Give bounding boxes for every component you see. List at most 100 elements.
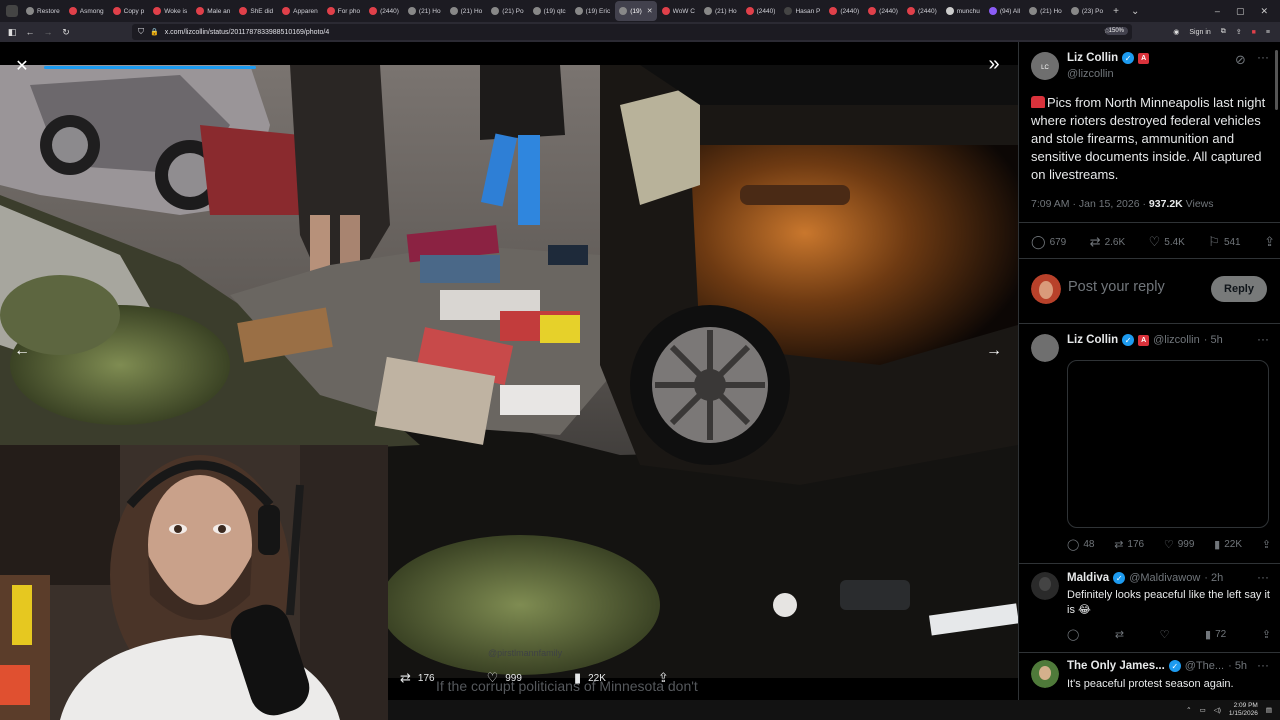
more-options-icon[interactable]: ···: [1257, 658, 1269, 672]
clock[interactable]: 2:09 PM 1/15/2026: [1229, 702, 1258, 718]
browser-tab[interactable]: (2440): [825, 1, 863, 21]
browser-tab[interactable]: Asmong: [65, 1, 108, 21]
shield-icon[interactable]: ⛉: [138, 27, 144, 37]
reload-icon[interactable]: ↻: [57, 27, 75, 38]
media-views-button[interactable]: ▮ 22K: [574, 670, 606, 686]
reply-button[interactable]: ◯ 48: [1067, 538, 1094, 551]
reply-avatar[interactable]: [1031, 572, 1059, 600]
browser-tab[interactable]: (21) Ho: [700, 1, 741, 21]
browser-tab[interactable]: (21) Po: [487, 1, 527, 21]
browser-tab[interactable]: Hasan P: [780, 1, 824, 21]
next-photo-icon[interactable]: →: [980, 337, 1008, 365]
repost-button[interactable]: ⇄ 176: [1114, 538, 1144, 551]
sidebar-toggle-icon[interactable]: [6, 5, 18, 17]
close-tab-icon[interactable]: ✕: [647, 7, 653, 15]
views-button[interactable]: ▮ 22K: [1214, 538, 1242, 551]
reply-avatar[interactable]: [1031, 334, 1059, 362]
media-retweet-button[interactable]: ⇄ 176: [400, 670, 435, 686]
reply-age[interactable]: · 5h: [1228, 660, 1247, 672]
share-button[interactable]: ⇪: [1262, 628, 1271, 641]
reply-author-name[interactable]: Maldiva: [1067, 572, 1109, 584]
reply-author-name[interactable]: The Only James...: [1067, 660, 1165, 672]
new-tab-button[interactable]: +: [1107, 6, 1125, 17]
browser-tab[interactable]: (23) Po: [1067, 1, 1107, 21]
lock-icon[interactable]: 🔒: [150, 28, 159, 36]
maximize-icon[interactable]: ▢: [1236, 6, 1245, 17]
sidebar-icon[interactable]: ◧: [3, 27, 21, 38]
media-like-button[interactable]: ♡ 999: [487, 670, 522, 686]
browser-tab[interactable]: Apparen: [278, 1, 322, 21]
browser-tab[interactable]: Copy p: [109, 1, 149, 21]
post-time[interactable]: 7:09 AM · Jan 15, 2026 ·: [1031, 198, 1149, 210]
close-icon[interactable]: ✕: [8, 52, 36, 80]
forward-icon[interactable]: →: [39, 27, 57, 37]
url-text[interactable]: x.com/lizcollin/status/20117878339885101…: [165, 29, 330, 36]
browser-tab[interactable]: (2440): [742, 1, 780, 21]
views-button[interactable]: ▮ 72: [1205, 628, 1226, 641]
reply-author-handle[interactable]: @lizcollin: [1153, 334, 1200, 346]
tab-list-chevron-icon[interactable]: ⌄: [1125, 6, 1145, 17]
browser-tab[interactable]: Woke is: [149, 1, 191, 21]
notification-icon[interactable]: ■: [1252, 29, 1256, 36]
reply-avatar[interactable]: [1031, 660, 1059, 688]
reply-age[interactable]: · 2h: [1204, 572, 1223, 584]
more-options-icon[interactable]: ···: [1257, 570, 1269, 584]
user-avatar[interactable]: [1031, 274, 1061, 304]
close-window-icon[interactable]: ✕: [1260, 6, 1268, 17]
browser-tab[interactable]: ShE did: [235, 1, 277, 21]
browser-tab[interactable]: WoW C: [658, 1, 699, 21]
reply-media-card[interactable]: [1067, 360, 1269, 528]
affiliate-badge-icon[interactable]: A: [1138, 334, 1150, 346]
back-icon[interactable]: ←: [21, 27, 39, 37]
share-button[interactable]: ⇪: [1262, 538, 1271, 551]
expand-sidebar-icon[interactable]: »: [980, 50, 1008, 78]
browser-tab[interactable]: munchu: [942, 1, 984, 21]
browser-tab[interactable]: (21) Ho: [1025, 1, 1066, 21]
browser-tab[interactable]: (19) qtc: [529, 1, 570, 21]
reply-age[interactable]: · 5h: [1204, 334, 1223, 346]
browser-tab[interactable]: (2440): [365, 1, 403, 21]
notifications-icon[interactable]: ▤: [1266, 706, 1272, 714]
browser-tab[interactable]: (19) Eric: [571, 1, 615, 21]
bookmark-button[interactable]: ⚐ 541: [1208, 234, 1240, 250]
reply-author-name[interactable]: Liz Collin: [1067, 334, 1118, 346]
network-icon[interactable]: ▭: [1200, 706, 1206, 714]
browser-tab[interactable]: For pho: [323, 1, 364, 21]
browser-tab[interactable]: (2440): [864, 1, 902, 21]
repost-button[interactable]: ⇄: [1115, 628, 1124, 641]
reply-input[interactable]: Post your reply: [1068, 279, 1165, 295]
more-options-icon[interactable]: ···: [1257, 50, 1269, 64]
browser-tab[interactable]: Male an: [192, 1, 234, 21]
like-button[interactable]: ♡ 999: [1164, 538, 1195, 551]
browser-tab[interactable]: (21) Ho: [446, 1, 487, 21]
media-share-button[interactable]: ⇪: [658, 670, 669, 686]
browser-tab[interactable]: (19) ✕: [615, 1, 657, 21]
repost-button[interactable]: ⇄ 2.6K: [1090, 234, 1125, 250]
sidebar-scrollbar[interactable]: [1275, 50, 1278, 110]
address-bar[interactable]: ⛉ 🔒 x.com/lizcollin/status/2011787833988…: [132, 24, 1132, 40]
reply-author-handle[interactable]: @Maldivawow: [1129, 572, 1200, 584]
author-avatar[interactable]: LC: [1031, 52, 1059, 80]
browser-tab[interactable]: Restore: [22, 1, 64, 21]
browser-tab[interactable]: (94) All: [985, 1, 1024, 21]
affiliate-badge-icon[interactable]: A: [1138, 52, 1150, 64]
like-button[interactable]: ♡: [1160, 628, 1170, 641]
tray-chevron-icon[interactable]: ⌃: [1186, 706, 1191, 714]
browser-tab[interactable]: (21) Ho: [404, 1, 445, 21]
volume-icon[interactable]: ◁): [1214, 706, 1221, 714]
share-button[interactable]: ⇪: [1264, 234, 1275, 250]
share-icon[interactable]: ⇪: [1236, 28, 1242, 36]
author-handle[interactable]: @lizcollin: [1067, 68, 1114, 80]
reply-button[interactable]: ◯: [1067, 628, 1079, 641]
previous-photo-icon[interactable]: ←: [8, 337, 36, 365]
menu-icon[interactable]: ≡: [1266, 29, 1270, 36]
like-button[interactable]: ♡ 5.4K: [1149, 234, 1185, 250]
grok-icon[interactable]: ⊘: [1235, 52, 1246, 68]
extensions-icon[interactable]: ⧉: [1221, 28, 1226, 36]
minimize-icon[interactable]: –: [1215, 6, 1220, 16]
sign-in-link[interactable]: Sign in: [1189, 29, 1210, 36]
author-name[interactable]: Liz Collin: [1067, 52, 1118, 64]
reply-submit-button[interactable]: Reply: [1211, 276, 1267, 302]
browser-tab[interactable]: (2440): [903, 1, 941, 21]
more-options-icon[interactable]: ···: [1257, 332, 1269, 346]
